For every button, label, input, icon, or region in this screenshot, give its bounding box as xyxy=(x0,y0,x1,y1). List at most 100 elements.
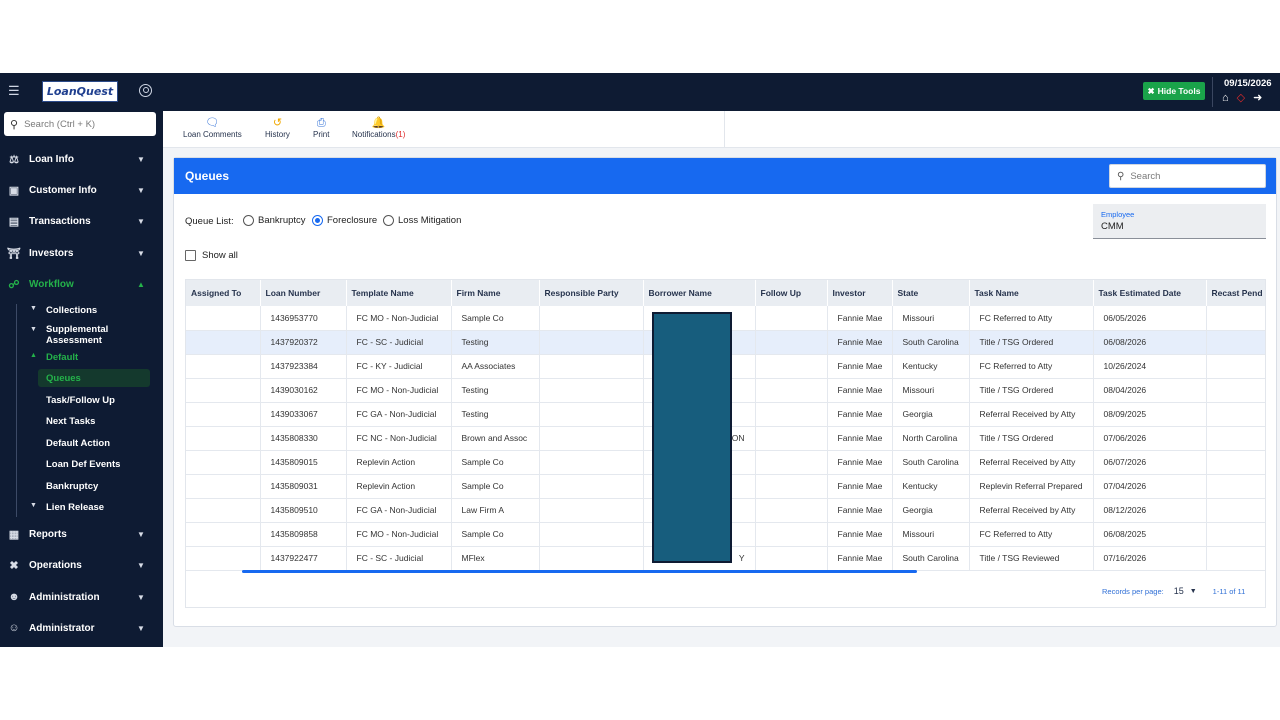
sidebar-item-administrator[interactable]: ☺ Administrator ▼ xyxy=(0,617,163,639)
horizontal-scrollbar[interactable] xyxy=(242,570,917,573)
table-cell xyxy=(539,426,644,451)
sidebar-subitem-label: Lien Release xyxy=(46,502,105,513)
alert-diamond-icon[interactable]: ◇ xyxy=(1237,92,1245,104)
sidebar-leaf-task-follow-up[interactable]: Task/Follow Up xyxy=(46,395,115,406)
table-cell xyxy=(539,474,644,499)
column-header[interactable]: Assigned To xyxy=(186,280,261,306)
report-icon: ▦ xyxy=(8,528,20,541)
show-all-checkbox[interactable]: Show all xyxy=(185,250,238,261)
home-icon[interactable]: ⌂ xyxy=(1222,92,1229,104)
table-cell xyxy=(755,306,828,331)
table-cell: Title / TSG Reviewed xyxy=(969,546,1094,571)
table-cell xyxy=(755,522,828,547)
radio-foreclosure[interactable]: Foreclosure xyxy=(312,215,377,226)
sidebar-item-reports[interactable]: ▦ Reports ▼ xyxy=(0,523,163,545)
column-header[interactable]: Follow Up xyxy=(755,280,828,306)
table-cell: 06/08/2025 xyxy=(1093,522,1207,547)
tools-icon: ✖ xyxy=(1147,85,1155,96)
sidebar-leaf-default-action[interactable]: Default Action xyxy=(46,438,110,449)
search-icon: ⚲ xyxy=(10,118,19,131)
sidebar-item-transactions[interactable]: ▤ Transactions ▼ xyxy=(0,210,163,232)
search-icon: ⚲ xyxy=(1117,170,1125,182)
list-icon: ▤ xyxy=(8,215,20,228)
user-profile-icon[interactable] xyxy=(139,84,152,97)
table-cell xyxy=(539,330,644,355)
column-header[interactable]: Borrower Name xyxy=(643,280,756,306)
sidebar-leaf-bankruptcy[interactable]: Bankruptcy xyxy=(46,481,98,492)
table-cell: 07/06/2026 xyxy=(1093,426,1207,451)
logo[interactable]: LoanQuest xyxy=(42,81,118,102)
table-cell: 07/04/2026 xyxy=(1093,474,1207,499)
sidebar-leaf-next-tasks[interactable]: Next Tasks xyxy=(46,416,95,427)
table-cell: 1435809015 xyxy=(260,450,347,475)
table-cell xyxy=(186,306,261,331)
sidebar-item-label: Transactions xyxy=(29,215,91,227)
table-cell: FC Referred to Atty xyxy=(969,522,1094,547)
table-cell xyxy=(1206,402,1265,427)
menu-icon[interactable]: ☰ xyxy=(8,84,22,98)
column-header[interactable]: Task Estimated Date xyxy=(1093,280,1207,306)
loan-comments-button[interactable]: 🗨 Loan Comments xyxy=(183,117,242,139)
chevron-up-icon: ▲ xyxy=(137,279,145,289)
action-toolbar: 🗨 Loan Comments ↺ History ⎙ Print 🔔 Noti… xyxy=(163,111,1280,148)
history-button[interactable]: ↺ History xyxy=(265,117,290,139)
sidebar-item-workflow[interactable]: ☍ Workflow ▲ xyxy=(0,273,163,295)
top-bar: ☰ LoanQuest ✖ Hide Tools 09/15/2026 ⌂ ◇ … xyxy=(0,73,1280,111)
table-cell: Replevin Action xyxy=(346,450,452,475)
chevron-down-icon: ▼ xyxy=(137,623,145,633)
caret-down-icon[interactable]: ▼ xyxy=(1190,588,1197,595)
records-per-page-select[interactable]: 15 xyxy=(1174,586,1184,596)
print-button[interactable]: ⎙ Print xyxy=(313,117,329,139)
table-cell: Title / TSG Ordered xyxy=(969,378,1094,403)
table-cell: 1437923384 xyxy=(260,354,347,379)
workflow-icon: ☍ xyxy=(8,278,20,291)
table-cell: Sample Co xyxy=(451,306,540,331)
table-cell: FC - KY - Judicial xyxy=(346,354,452,379)
table-cell: South Carolina xyxy=(892,450,970,475)
column-header[interactable]: Task Name xyxy=(969,280,1094,306)
table-cell xyxy=(1206,522,1265,547)
hide-tools-button[interactable]: ✖ Hide Tools xyxy=(1143,82,1205,100)
column-header[interactable]: Responsible Party xyxy=(539,280,644,306)
sidebar-item-operations[interactable]: ✖ Operations ▼ xyxy=(0,554,163,576)
table-cell: Title / TSG Ordered xyxy=(969,426,1094,451)
column-header[interactable]: Firm Name xyxy=(451,280,540,306)
table-cell xyxy=(539,498,644,523)
sidebar-item-investors[interactable]: ⛩ Investors ▼ xyxy=(0,242,163,264)
notifications-button[interactable]: 🔔 Notifications(1) xyxy=(352,117,405,139)
chevron-down-icon: ▼ xyxy=(137,216,145,226)
table-cell: FC Referred to Atty xyxy=(969,354,1094,379)
queue-search-input[interactable]: ⚲ Search xyxy=(1109,164,1266,188)
record-range: 1-11 of 11 xyxy=(1212,586,1246,596)
column-header[interactable]: Template Name xyxy=(346,280,452,306)
column-header[interactable]: Recast Pend xyxy=(1206,280,1265,306)
radio-loss-mitigation[interactable]: Loss Mitigation xyxy=(383,215,461,226)
top-icons: ⌂ ◇ ➜ xyxy=(1222,92,1262,104)
sidebar-leaf-loan-def-events[interactable]: Loan Def Events xyxy=(46,459,120,470)
divider xyxy=(1212,77,1213,107)
table-cell xyxy=(186,402,261,427)
table-cell xyxy=(186,378,261,403)
table-cell xyxy=(186,474,261,499)
sidebar-item-administration[interactable]: ☻ Administration ▼ xyxy=(0,586,163,608)
sidebar-item-loan-info[interactable]: ⚖ Loan Info ▼ xyxy=(0,148,163,170)
sidebar-item-label: Administration xyxy=(29,591,100,603)
table-cell: Georgia xyxy=(892,402,970,427)
id-card-icon: ▣ xyxy=(8,184,20,197)
table-header-row: Assigned To Loan Number Template Name Firm … xyxy=(186,280,1265,306)
column-header[interactable]: State xyxy=(892,280,970,306)
sidebar-search-placeholder: Search (Ctrl + K) xyxy=(24,118,96,130)
radio-circle xyxy=(243,215,254,226)
sidebar-item-customer-info[interactable]: ▣ Customer Info ▼ xyxy=(0,179,163,201)
column-header[interactable]: Investor xyxy=(827,280,893,306)
employee-field[interactable]: Employee CMM xyxy=(1093,204,1266,239)
sidebar-leaf-queues[interactable]: Queues xyxy=(38,369,150,387)
logout-icon[interactable]: ➜ xyxy=(1253,92,1262,104)
bank-icon: ⛩ xyxy=(7,247,21,260)
table-cell: FC Referred to Atty xyxy=(969,306,1094,331)
sidebar-search-input[interactable]: ⚲ Search (Ctrl + K) xyxy=(4,112,156,136)
table-cell xyxy=(755,426,828,451)
radio-circle-selected xyxy=(312,215,323,226)
radio-bankruptcy[interactable]: Bankruptcy xyxy=(243,215,306,226)
column-header[interactable]: Loan Number xyxy=(260,280,347,306)
